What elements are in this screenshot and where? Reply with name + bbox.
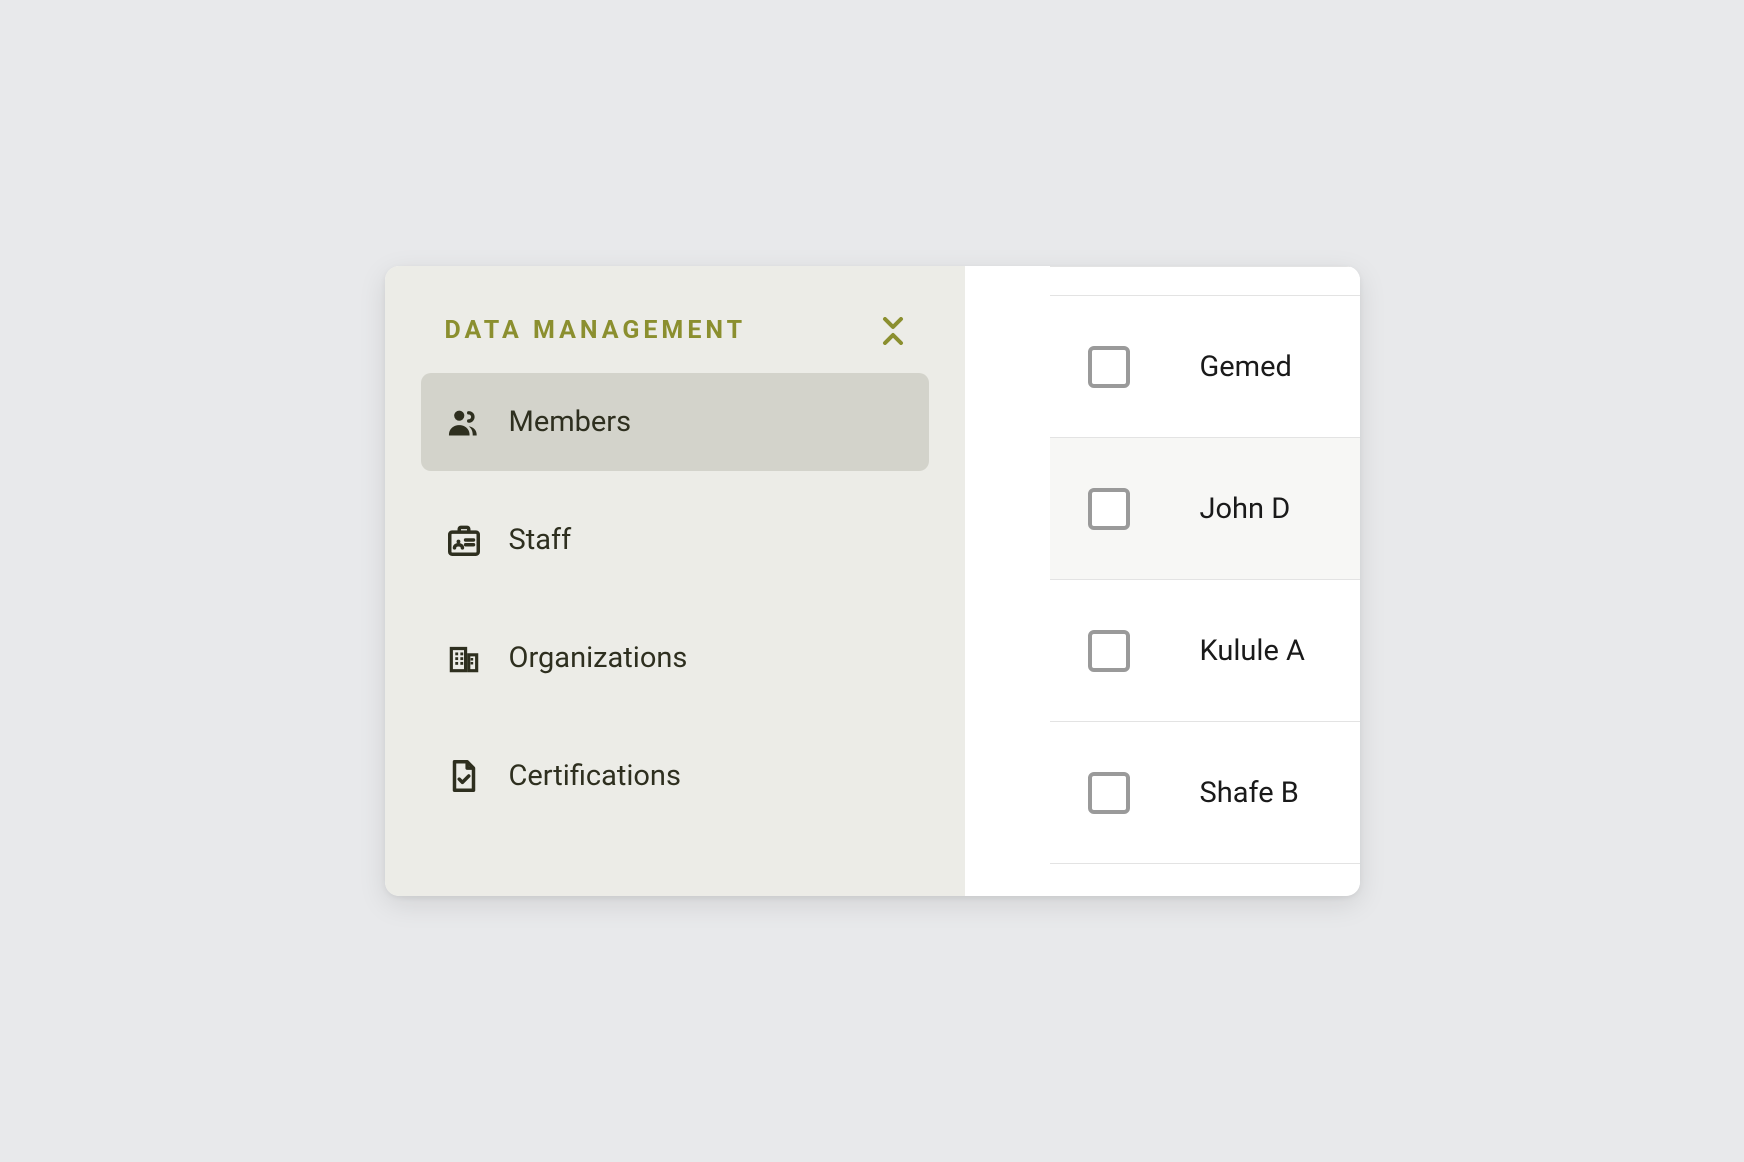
sidebar-item-certifications[interactable]: Certifications — [421, 727, 929, 825]
sidebar-nav: Members Staff Organizations Certificatio… — [421, 373, 929, 825]
sidebar: DATA MANAGEMENT Members Staff — [385, 266, 965, 896]
certifications-icon — [445, 757, 483, 795]
organizations-icon — [445, 639, 483, 677]
sidebar-item-label: Staff — [509, 523, 572, 557]
sidebar-item-members[interactable]: Members — [421, 373, 929, 471]
table-row[interactable]: John D — [1050, 438, 1360, 580]
main-panel: Gemed John D Kulule A Shafe B — [965, 266, 1360, 896]
table-row[interactable]: Shafe B — [1050, 722, 1360, 864]
collapse-icon[interactable] — [881, 317, 905, 345]
sidebar-item-label: Certifications — [509, 759, 681, 793]
sidebar-item-staff[interactable]: Staff — [421, 491, 929, 589]
sidebar-item-label: Members — [509, 405, 632, 439]
sidebar-item-label: Organizations — [509, 641, 688, 675]
table-row[interactable]: Gemed — [1050, 296, 1360, 438]
member-name: Shafe B — [1200, 776, 1299, 810]
row-checkbox[interactable] — [1088, 488, 1130, 530]
row-checkbox[interactable] — [1088, 346, 1130, 388]
member-name: John D — [1200, 492, 1291, 526]
app-card: DATA MANAGEMENT Members Staff — [385, 266, 1360, 896]
member-list: Gemed John D Kulule A Shafe B — [1050, 266, 1360, 896]
sidebar-header: DATA MANAGEMENT — [421, 302, 929, 373]
member-name: Kulule A — [1200, 634, 1305, 668]
table-header-edge — [1050, 266, 1360, 296]
member-name: Gemed — [1200, 350, 1292, 384]
row-checkbox[interactable] — [1088, 772, 1130, 814]
staff-icon — [445, 521, 483, 559]
sidebar-item-organizations[interactable]: Organizations — [421, 609, 929, 707]
row-checkbox[interactable] — [1088, 630, 1130, 672]
members-icon — [445, 403, 483, 441]
table-row[interactable]: Kulule A — [1050, 580, 1360, 722]
sidebar-section-title: DATA MANAGEMENT — [445, 316, 747, 345]
